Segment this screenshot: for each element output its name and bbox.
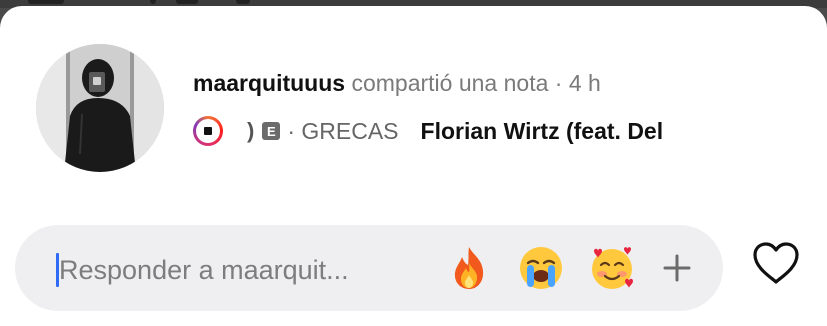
note-time: · 4 h bbox=[554, 70, 601, 96]
marquee-fade bbox=[737, 110, 827, 150]
note-reply-sheet: maarquituuus compartió una nota · 4 h ) … bbox=[0, 6, 827, 326]
heart-icon[interactable] bbox=[751, 240, 801, 286]
background-fragment bbox=[28, 0, 64, 4]
explicit-badge: E bbox=[262, 122, 281, 140]
avatar-photo bbox=[36, 44, 164, 172]
music-marquee[interactable]: ) E · GRECAS Florian Wirtz (feat. Del bbox=[193, 115, 827, 147]
background-fragment bbox=[150, 0, 156, 4]
reply-bar[interactable]: Responder a maarquit... bbox=[15, 225, 723, 311]
background-fragment bbox=[176, 0, 198, 4]
loudly-crying-emoji[interactable] bbox=[518, 245, 564, 291]
song-title-fragment: ) bbox=[247, 118, 255, 143]
background-fragment bbox=[236, 0, 250, 4]
note-header: maarquituuus compartió una nota · 4 h bbox=[193, 68, 601, 98]
music-stop-icon[interactable] bbox=[193, 116, 223, 146]
avatar[interactable] bbox=[36, 44, 164, 172]
song-title: Florian Wirtz (feat. Del bbox=[420, 117, 664, 144]
note-action-text: compartió una nota bbox=[351, 70, 549, 96]
smiling-face-with-hearts-emoji[interactable] bbox=[589, 245, 635, 291]
reply-input[interactable]: Responder a maarquit... bbox=[59, 251, 349, 289]
artist-name: · GRECAS bbox=[287, 117, 399, 144]
username[interactable]: maarquituuus bbox=[193, 70, 345, 96]
plus-icon[interactable] bbox=[658, 249, 696, 287]
fire-emoji[interactable] bbox=[446, 245, 492, 291]
